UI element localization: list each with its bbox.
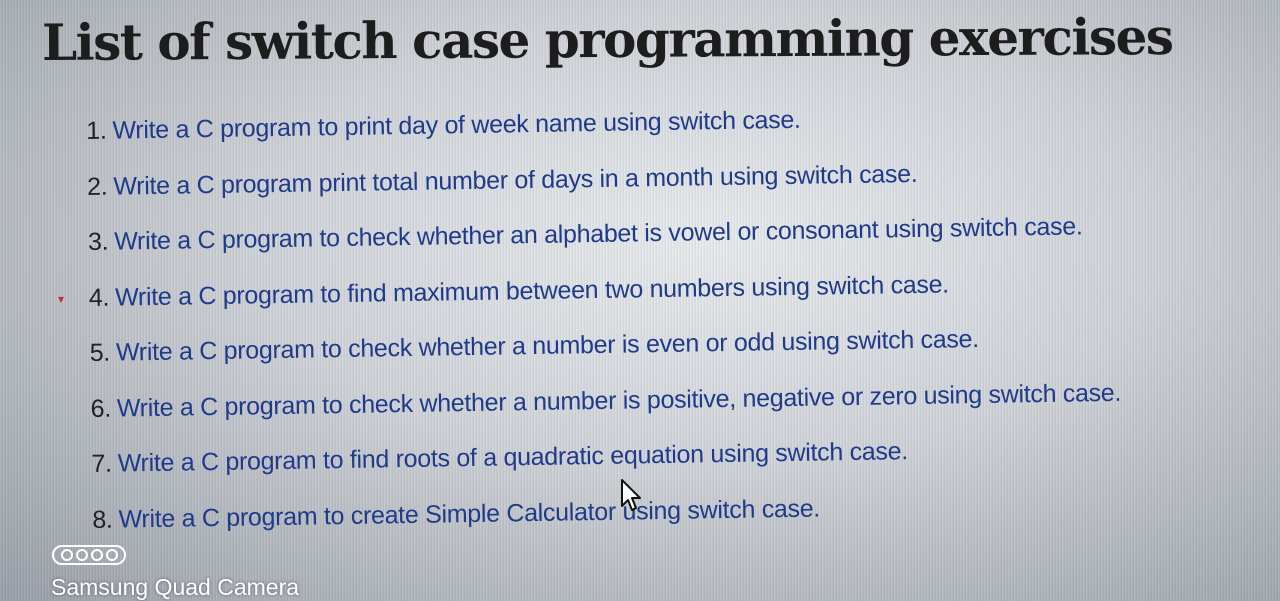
list-item-number: 6. [90, 394, 112, 423]
list-item-number: 8. [92, 505, 113, 534]
list-item-number: 1. [86, 116, 107, 145]
page-title: List of switch case programming exercise… [41, 7, 1173, 72]
camera-lens-icon [90, 549, 103, 561]
exercise-link[interactable]: Write a C program to print day of week n… [112, 106, 801, 146]
mouse-pointer-icon [621, 479, 641, 511]
camera-lens-icon [60, 549, 73, 561]
exercise-list: 1. Write a C program to print day of wee… [86, 101, 1123, 561]
list-item-number: 5. [89, 338, 111, 367]
quad-camera-icon [52, 545, 126, 565]
screen: List of switch case programming exercise… [0, 0, 1280, 601]
bullet-mark-icon: ▾ [58, 292, 65, 306]
list-item-number: 2. [86, 172, 108, 201]
camera-lens-icon [75, 549, 88, 561]
camera-lens-icon [105, 549, 118, 561]
list-item-number: 4. [88, 283, 110, 312]
list-item-number: 3. [87, 227, 109, 256]
camera-watermark: Samsung Quad Camera [51, 574, 300, 600]
list-item-number: 7. [91, 449, 112, 478]
